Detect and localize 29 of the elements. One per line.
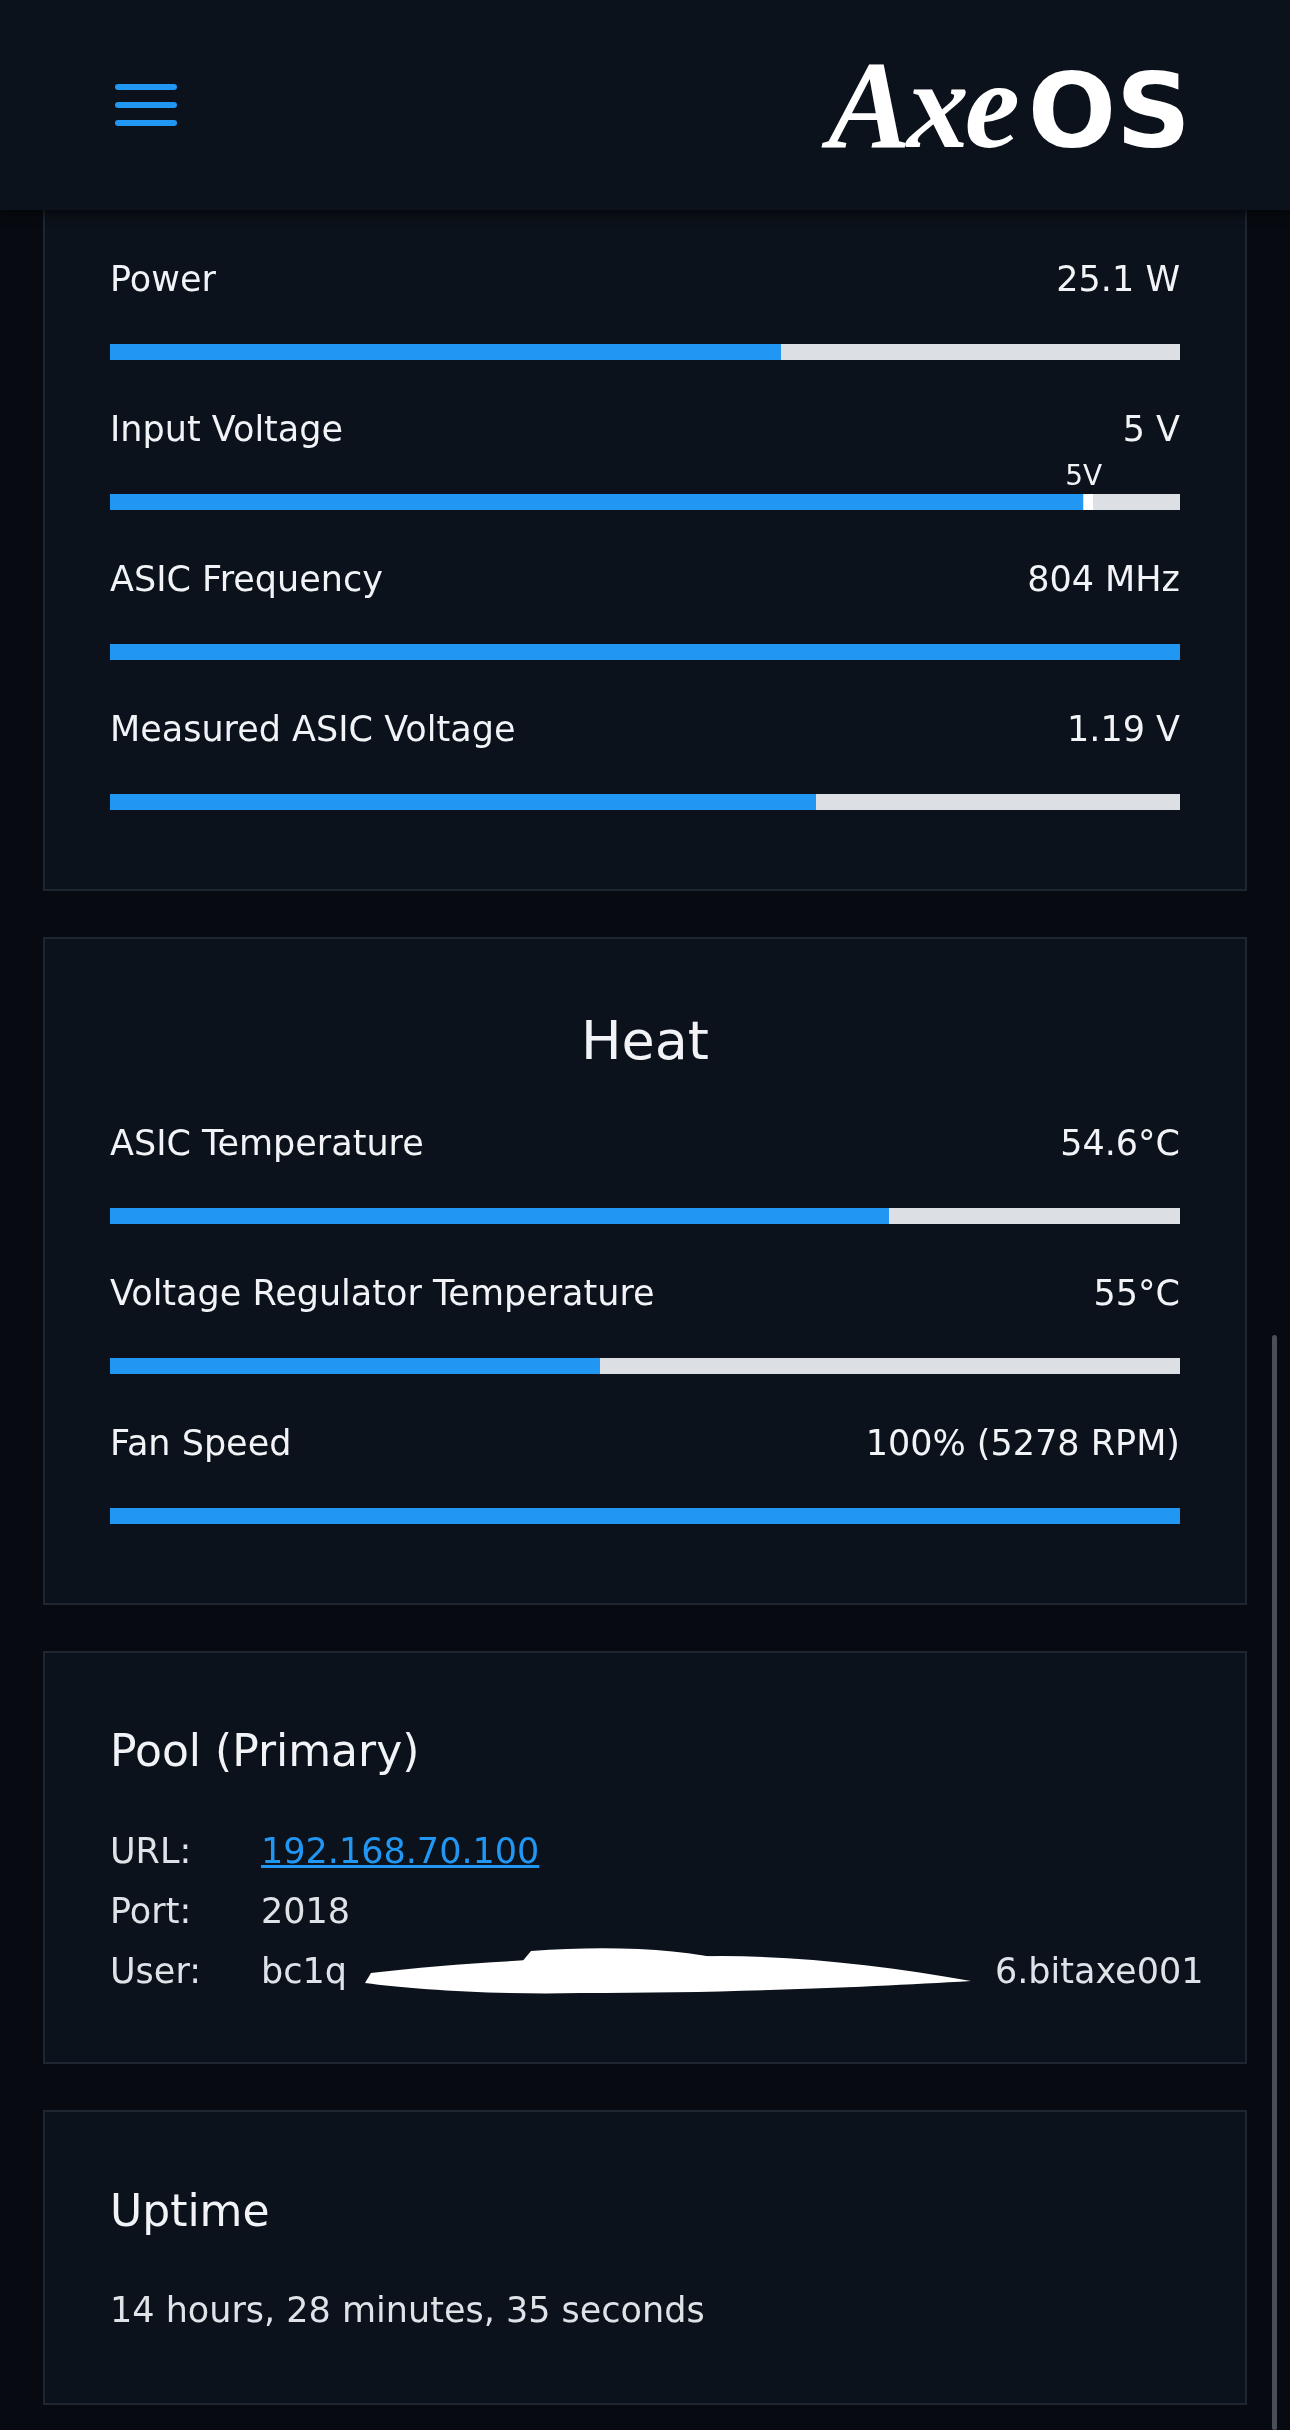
metric-value: 100% (5278 RPM) (865, 1423, 1180, 1463)
metric-label: ASIC Frequency (110, 559, 383, 599)
metric-label: Power (110, 259, 216, 299)
logo: AxeOS (817, 27, 1195, 183)
card-title: Pool (Primary) (110, 1724, 420, 1776)
metric-label: Input Voltage (110, 409, 344, 449)
metric-value: 804 MHz (1027, 559, 1180, 599)
metric-value: 5 V (1122, 409, 1180, 449)
metric-value: 1.19 V (1067, 709, 1180, 749)
metric-label: Measured ASIC Voltage (110, 709, 516, 749)
metric-label: Voltage Regulator Temperature (110, 1273, 655, 1313)
threshold-label: 5V (1065, 459, 1103, 492)
card-title: Uptime (110, 2184, 270, 2236)
field-value: 6.bitaxe001 (994, 1951, 1204, 1991)
metric-value: 25.1 W (1056, 259, 1180, 299)
field-label: Port: (110, 1891, 193, 1931)
field-value: bc1q (261, 1951, 347, 1991)
scrollbar[interactable] (1272, 1335, 1277, 2430)
field-label: User: (110, 1951, 202, 1991)
metric-value: 54.6°C (1060, 1123, 1180, 1163)
metric-value: 55°C (1093, 1273, 1180, 1313)
metric-label: Fan Speed (110, 1423, 292, 1463)
field-label: URL: (110, 1831, 193, 1871)
pool-url-link[interactable]: 192.168.70.100 (261, 1831, 540, 1871)
menu-icon[interactable] (115, 84, 177, 126)
field-value: 2018 (261, 1891, 351, 1931)
uptime-value: 14 hours, 28 minutes, 35 seconds (110, 2290, 705, 2330)
card-title: Heat (580, 1008, 710, 1072)
metric-label: ASIC Temperature (110, 1123, 424, 1163)
